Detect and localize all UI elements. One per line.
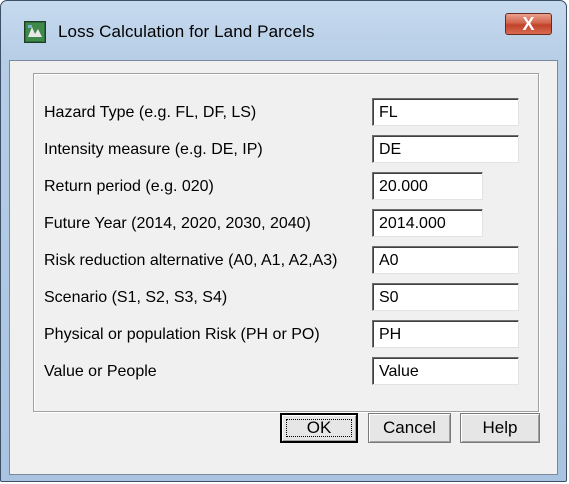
risk-type-field[interactable] bbox=[372, 320, 519, 348]
close-button[interactable]: X bbox=[505, 13, 552, 35]
future-year-field[interactable] bbox=[372, 209, 483, 237]
help-button[interactable]: Help bbox=[460, 413, 540, 443]
scenario-field[interactable] bbox=[372, 283, 519, 311]
help-button-label: Help bbox=[482, 418, 518, 437]
intensity-measure-label: Intensity measure (e.g. DE, IP) bbox=[44, 141, 263, 158]
hazard-type-label: Hazard Type (e.g. FL, DF, LS) bbox=[44, 104, 257, 121]
risk-type-label: Physical or population Risk (PH or PO) bbox=[44, 326, 320, 343]
scenario-label: Scenario (S1, S2, S3, S4) bbox=[44, 289, 228, 306]
dialog-body: Hazard Type (e.g. FL, DF, LS) Intensity … bbox=[9, 60, 558, 475]
future-year-label: Future Year (2014, 2020, 2030, 2040) bbox=[44, 215, 311, 232]
value-or-people-label: Value or People bbox=[44, 363, 157, 380]
app-icon bbox=[24, 21, 46, 43]
dialog-window: Loss Calculation for Land Parcels X Haza… bbox=[0, 0, 567, 482]
close-icon: X bbox=[522, 14, 535, 34]
return-period-field[interactable] bbox=[372, 172, 483, 200]
value-or-people-field[interactable] bbox=[372, 357, 519, 385]
risk-reduction-label: Risk reduction alternative (A0, A1, A2,A… bbox=[44, 252, 338, 269]
risk-reduction-field[interactable] bbox=[372, 246, 519, 274]
return-period-label: Return period (e.g. 020) bbox=[44, 178, 214, 195]
title-bar[interactable]: Loss Calculation for Land Parcels X bbox=[1, 1, 566, 61]
intensity-measure-field[interactable] bbox=[372, 135, 519, 163]
cancel-button-label: Cancel bbox=[383, 418, 436, 437]
window-title: Loss Calculation for Land Parcels bbox=[58, 22, 315, 41]
cancel-button[interactable]: Cancel bbox=[368, 413, 451, 443]
hazard-type-field[interactable] bbox=[372, 98, 519, 126]
focus-rectangle bbox=[286, 419, 352, 437]
ok-button[interactable]: OK bbox=[280, 413, 358, 443]
